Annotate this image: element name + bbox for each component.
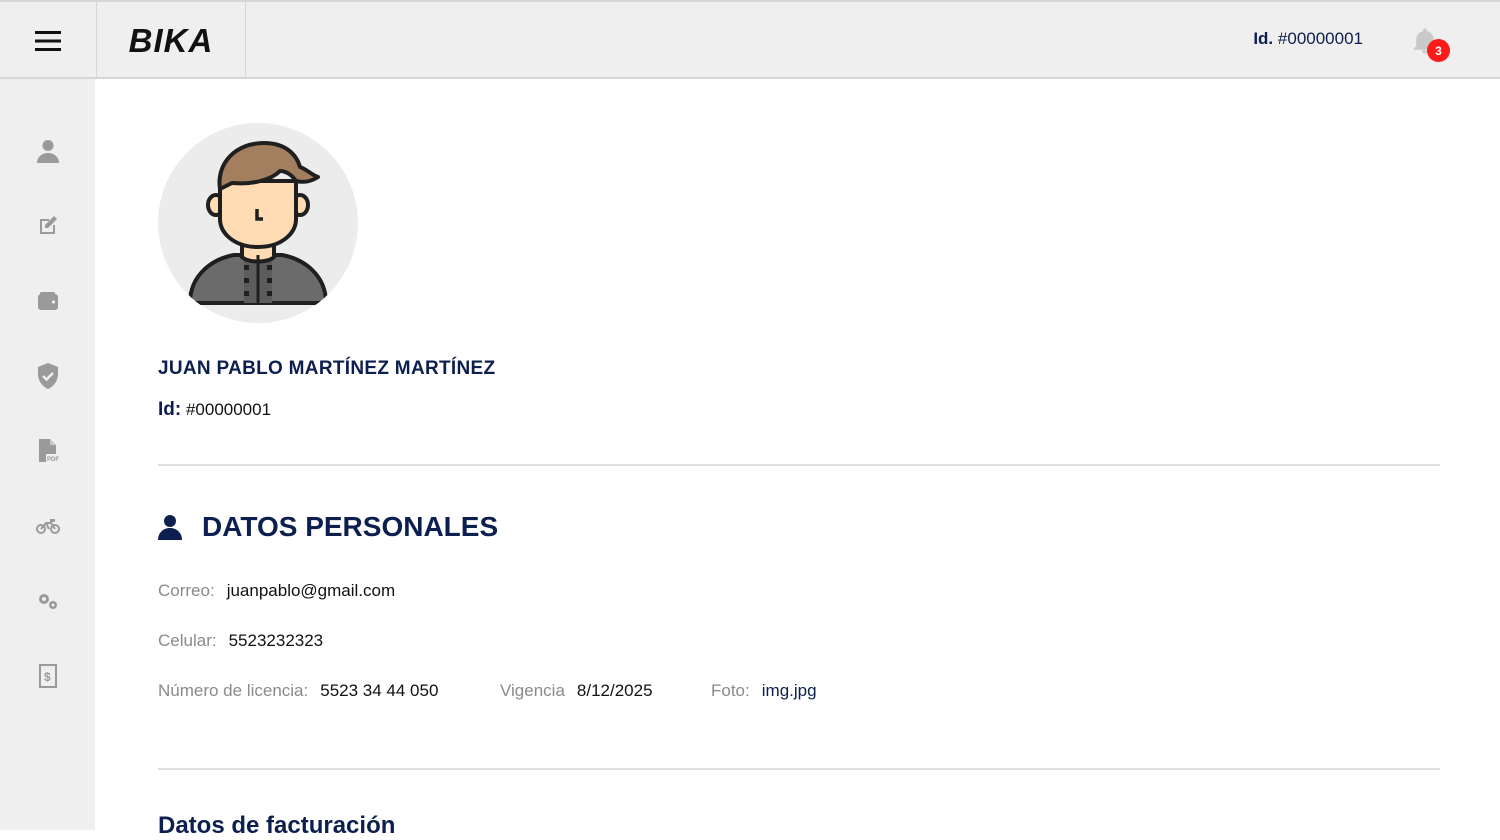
license-field: Número de licencia: 5523 34 44 050 <box>158 681 438 701</box>
receipt-icon: $ <box>39 664 57 688</box>
avatar <box>158 123 358 323</box>
user-icon <box>37 140 59 163</box>
avatar-illustration <box>187 141 329 305</box>
edit-icon <box>40 216 57 234</box>
sidebar: PDF $ <box>0 79 95 830</box>
notification-badge: 3 <box>1427 39 1450 62</box>
wallet-icon <box>38 292 58 310</box>
validity-label: Vigencia <box>500 681 565 700</box>
user-icon <box>158 515 182 540</box>
profile-name: JUAN PABLO MARTÍNEZ MARTÍNEZ <box>158 358 496 379</box>
header-id-value: #00000001 <box>1277 29 1363 48</box>
divider <box>158 768 1440 770</box>
profile-id-label: Id: <box>158 399 182 420</box>
phone-field: Celular: 5523232323 <box>158 631 323 651</box>
personal-title-text: DATOS PERSONALES <box>202 511 499 542</box>
license-value: 5523 34 44 050 <box>320 681 439 700</box>
svg-text:PDF: PDF <box>47 457 59 463</box>
top-bar: BIKA Id. #00000001 3 <box>0 0 1500 79</box>
main-content: JUAN PABLO MARTÍNEZ MARTÍNEZ Id: #000000… <box>95 79 1500 839</box>
pdf-file-icon: PDF <box>39 439 59 463</box>
validity-value: 8/12/2025 <box>576 681 653 700</box>
sidebar-item-documents[interactable]: PDF <box>33 436 63 466</box>
personal-section-title: DATOS PERSONALES <box>158 511 498 543</box>
divider <box>158 464 1440 466</box>
logo-container[interactable]: BIKA <box>97 2 246 79</box>
sidebar-item-settings[interactable] <box>33 586 63 616</box>
license-label: Número de licencia: <box>158 681 309 700</box>
phone-value: 5523232323 <box>228 631 324 650</box>
logo: BIKA <box>128 21 214 59</box>
shield-check-icon <box>38 363 58 389</box>
phone-label: Celular: <box>158 631 217 650</box>
sidebar-item-insurance[interactable] <box>33 361 63 391</box>
photo-link[interactable]: img.jpg <box>762 681 817 701</box>
header-id: Id. #00000001 <box>1253 29 1363 49</box>
sidebar-item-wallet[interactable] <box>33 286 63 316</box>
svg-text:$: $ <box>44 670 51 684</box>
menu-button[interactable] <box>0 2 97 79</box>
photo-field: Foto: img.jpg <box>711 681 817 701</box>
sidebar-item-edit[interactable] <box>33 211 63 241</box>
header-id-label: Id. <box>1253 29 1274 48</box>
validity-field: Vigencia 8/12/2025 <box>500 681 653 701</box>
hamburger-icon <box>35 30 61 51</box>
profile-id: Id: #00000001 <box>158 399 271 421</box>
sidebar-item-payments[interactable]: $ <box>33 661 63 691</box>
photo-label: Foto: <box>711 681 750 700</box>
gears-icon <box>39 594 57 609</box>
email-value: juanpablo@gmail.com <box>226 581 396 600</box>
motorcycle-icon <box>36 519 60 534</box>
billing-section-title: Datos de facturación <box>158 812 396 839</box>
email-field: Correo: juanpablo@gmail.com <box>158 581 395 601</box>
sidebar-item-motorcycles[interactable] <box>33 511 63 541</box>
email-label: Correo: <box>158 581 215 600</box>
sidebar-item-profile[interactable] <box>33 136 63 166</box>
profile-id-value: #00000001 <box>185 400 272 419</box>
